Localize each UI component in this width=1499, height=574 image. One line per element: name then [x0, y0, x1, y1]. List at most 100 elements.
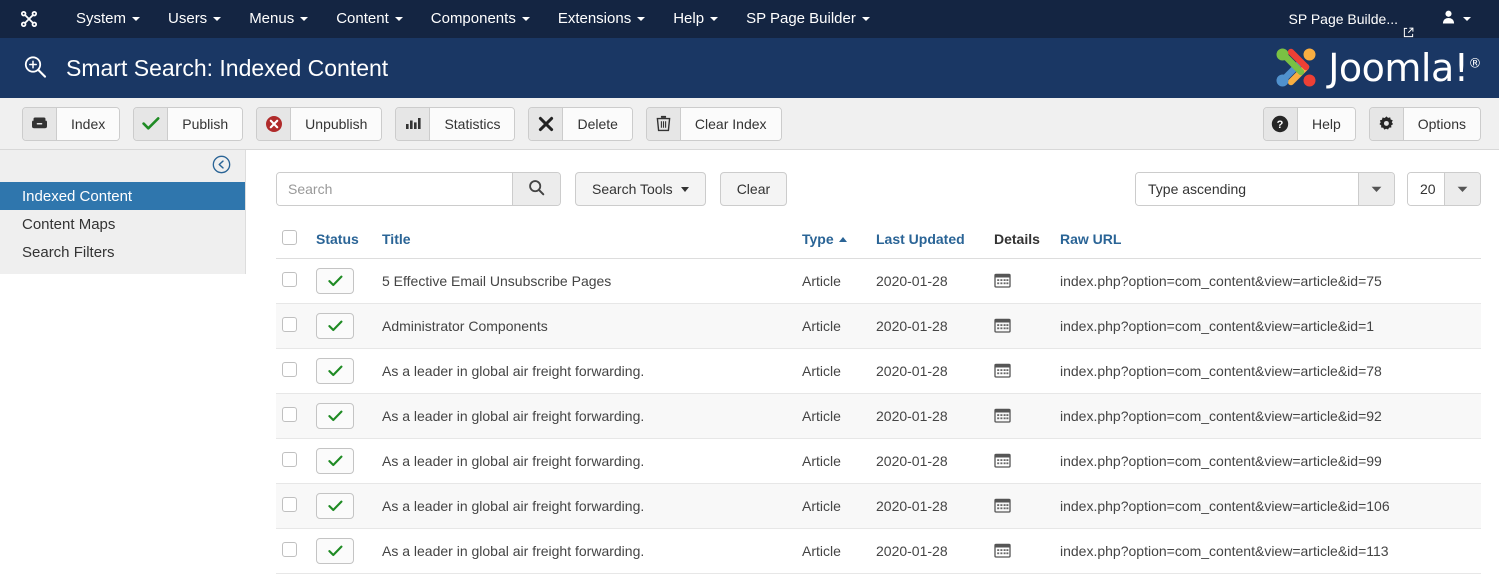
options-button[interactable]: Options [1369, 107, 1481, 141]
status-toggle-published[interactable] [316, 448, 354, 474]
row-details-cell [988, 484, 1054, 529]
times-icon[interactable] [529, 108, 563, 140]
registered-mark: ® [1469, 56, 1482, 71]
row-checkbox[interactable] [282, 497, 297, 512]
table-row[interactable]: As a leader in global air freight forwar… [276, 439, 1481, 484]
row-title[interactable]: As a leader in global air freight forwar… [376, 394, 796, 439]
options-button-label[interactable]: Options [1404, 108, 1480, 140]
clear-index-button[interactable]: Clear Index [646, 107, 782, 141]
chevron-down-icon [132, 17, 140, 21]
statistics-button[interactable]: Statistics [395, 107, 515, 141]
select-all-checkbox[interactable] [282, 230, 297, 245]
joomla-mark-icon[interactable] [18, 8, 40, 30]
times-circle-icon[interactable] [257, 108, 291, 140]
publish-button-label[interactable]: Publish [168, 108, 242, 140]
column-header-title[interactable]: Title [376, 222, 796, 259]
row-title[interactable]: Administrator Components [376, 304, 796, 349]
nav-item-components[interactable]: Components [417, 0, 544, 38]
calendar-icon[interactable] [994, 452, 1011, 468]
column-header-raw-url[interactable]: Raw URL [1054, 222, 1481, 259]
row-type: Article [796, 304, 870, 349]
status-toggle-published[interactable] [316, 403, 354, 429]
trash-icon[interactable] [647, 108, 681, 140]
list-limit-select[interactable]: 20 [1407, 172, 1481, 206]
sidebar-item-indexed-content[interactable]: Indexed Content [0, 182, 245, 210]
nav-item-system[interactable]: System [62, 0, 154, 38]
column-header-last-updated[interactable]: Last Updated [870, 222, 988, 259]
sort-select-value: Type ascending [1136, 173, 1358, 205]
sort-select[interactable]: Type ascending [1135, 172, 1395, 206]
nav-item-sp-page-builder[interactable]: SP Page Builder [732, 0, 884, 38]
clear-index-button-label[interactable]: Clear Index [681, 108, 781, 140]
publish-button[interactable]: Publish [133, 107, 243, 141]
table-row[interactable]: As a leader in global air freight forwar… [276, 394, 1481, 439]
chevron-down-icon [300, 17, 308, 21]
index-button-label[interactable]: Index [57, 108, 119, 140]
column-header-type[interactable]: Type [796, 222, 870, 259]
row-checkbox[interactable] [282, 542, 297, 557]
row-select-cell [276, 439, 310, 484]
sidebar-item-content-maps[interactable]: Content Maps [0, 210, 245, 238]
row-title[interactable]: As a leader in global air freight forwar… [376, 529, 796, 574]
arrow-circle-left-icon[interactable] [212, 155, 231, 177]
calendar-icon[interactable] [994, 272, 1011, 288]
help-button-label[interactable]: Help [1298, 108, 1355, 140]
help-button[interactable]: ? Help [1263, 107, 1356, 141]
row-checkbox[interactable] [282, 407, 297, 422]
list-limit-arrow[interactable] [1444, 173, 1480, 205]
calendar-icon[interactable] [994, 362, 1011, 378]
search-input[interactable] [277, 173, 512, 205]
table-row[interactable]: As a leader in global air freight forwar… [276, 484, 1481, 529]
index-button[interactable]: Index [22, 107, 120, 141]
row-title[interactable]: As a leader in global air freight forwar… [376, 439, 796, 484]
gear-icon[interactable] [1370, 108, 1404, 140]
unpublish-button[interactable]: Unpublish [256, 107, 382, 141]
search-submit-button[interactable] [512, 173, 560, 205]
row-details-cell [988, 394, 1054, 439]
table-row[interactable]: As a leader in global air freight forwar… [276, 529, 1481, 574]
row-title[interactable]: 5 Effective Email Unsubscribe Pages [376, 259, 796, 304]
column-header-status[interactable]: Status [310, 222, 376, 259]
check-icon[interactable] [134, 108, 168, 140]
archive-icon[interactable] [23, 108, 57, 140]
table-row[interactable]: As a leader in global air freight forwar… [276, 349, 1481, 394]
statistics-button-label[interactable]: Statistics [430, 108, 514, 140]
question-circle-icon[interactable]: ? [1264, 108, 1298, 140]
nav-item-extensions[interactable]: Extensions [544, 0, 659, 38]
user-menu[interactable] [1428, 0, 1485, 38]
chevron-down-icon [681, 187, 689, 192]
calendar-icon[interactable] [994, 542, 1011, 558]
table-row[interactable]: 5 Effective Email Unsubscribe Pages Arti… [276, 259, 1481, 304]
delete-button-label[interactable]: Delete [563, 108, 631, 140]
row-type: Article [796, 439, 870, 484]
table-header-row: Status Title Type Last Updated Details [276, 222, 1481, 259]
clear-filters-button[interactable]: Clear [720, 172, 787, 206]
row-title[interactable]: As a leader in global air freight forwar… [376, 349, 796, 394]
row-checkbox[interactable] [282, 452, 297, 467]
row-checkbox[interactable] [282, 272, 297, 287]
chevron-down-icon [862, 17, 870, 21]
row-checkbox[interactable] [282, 362, 297, 377]
status-toggle-published[interactable] [316, 313, 354, 339]
nav-item-help[interactable]: Help [659, 0, 732, 38]
calendar-icon[interactable] [994, 407, 1011, 423]
unpublish-button-label[interactable]: Unpublish [291, 108, 381, 140]
table-row[interactable]: Administrator Components Article 2020-01… [276, 304, 1481, 349]
sort-select-arrow[interactable] [1358, 173, 1394, 205]
nav-item-menus[interactable]: Menus [235, 0, 322, 38]
status-toggle-published[interactable] [316, 493, 354, 519]
status-toggle-published[interactable] [316, 538, 354, 564]
nav-item-content[interactable]: Content [322, 0, 417, 38]
calendar-icon[interactable] [994, 317, 1011, 333]
bar-chart-icon[interactable] [396, 108, 430, 140]
sidebar-item-search-filters[interactable]: Search Filters [0, 238, 245, 266]
nav-item-users[interactable]: Users [154, 0, 235, 38]
status-toggle-published[interactable] [316, 268, 354, 294]
calendar-icon[interactable] [994, 497, 1011, 513]
search-tools-button[interactable]: Search Tools [575, 172, 706, 206]
row-title[interactable]: As a leader in global air freight forwar… [376, 484, 796, 529]
status-toggle-published[interactable] [316, 358, 354, 384]
row-checkbox[interactable] [282, 317, 297, 332]
site-preview-link[interactable]: SP Page Builde... [1275, 0, 1428, 38]
delete-button[interactable]: Delete [528, 107, 632, 141]
